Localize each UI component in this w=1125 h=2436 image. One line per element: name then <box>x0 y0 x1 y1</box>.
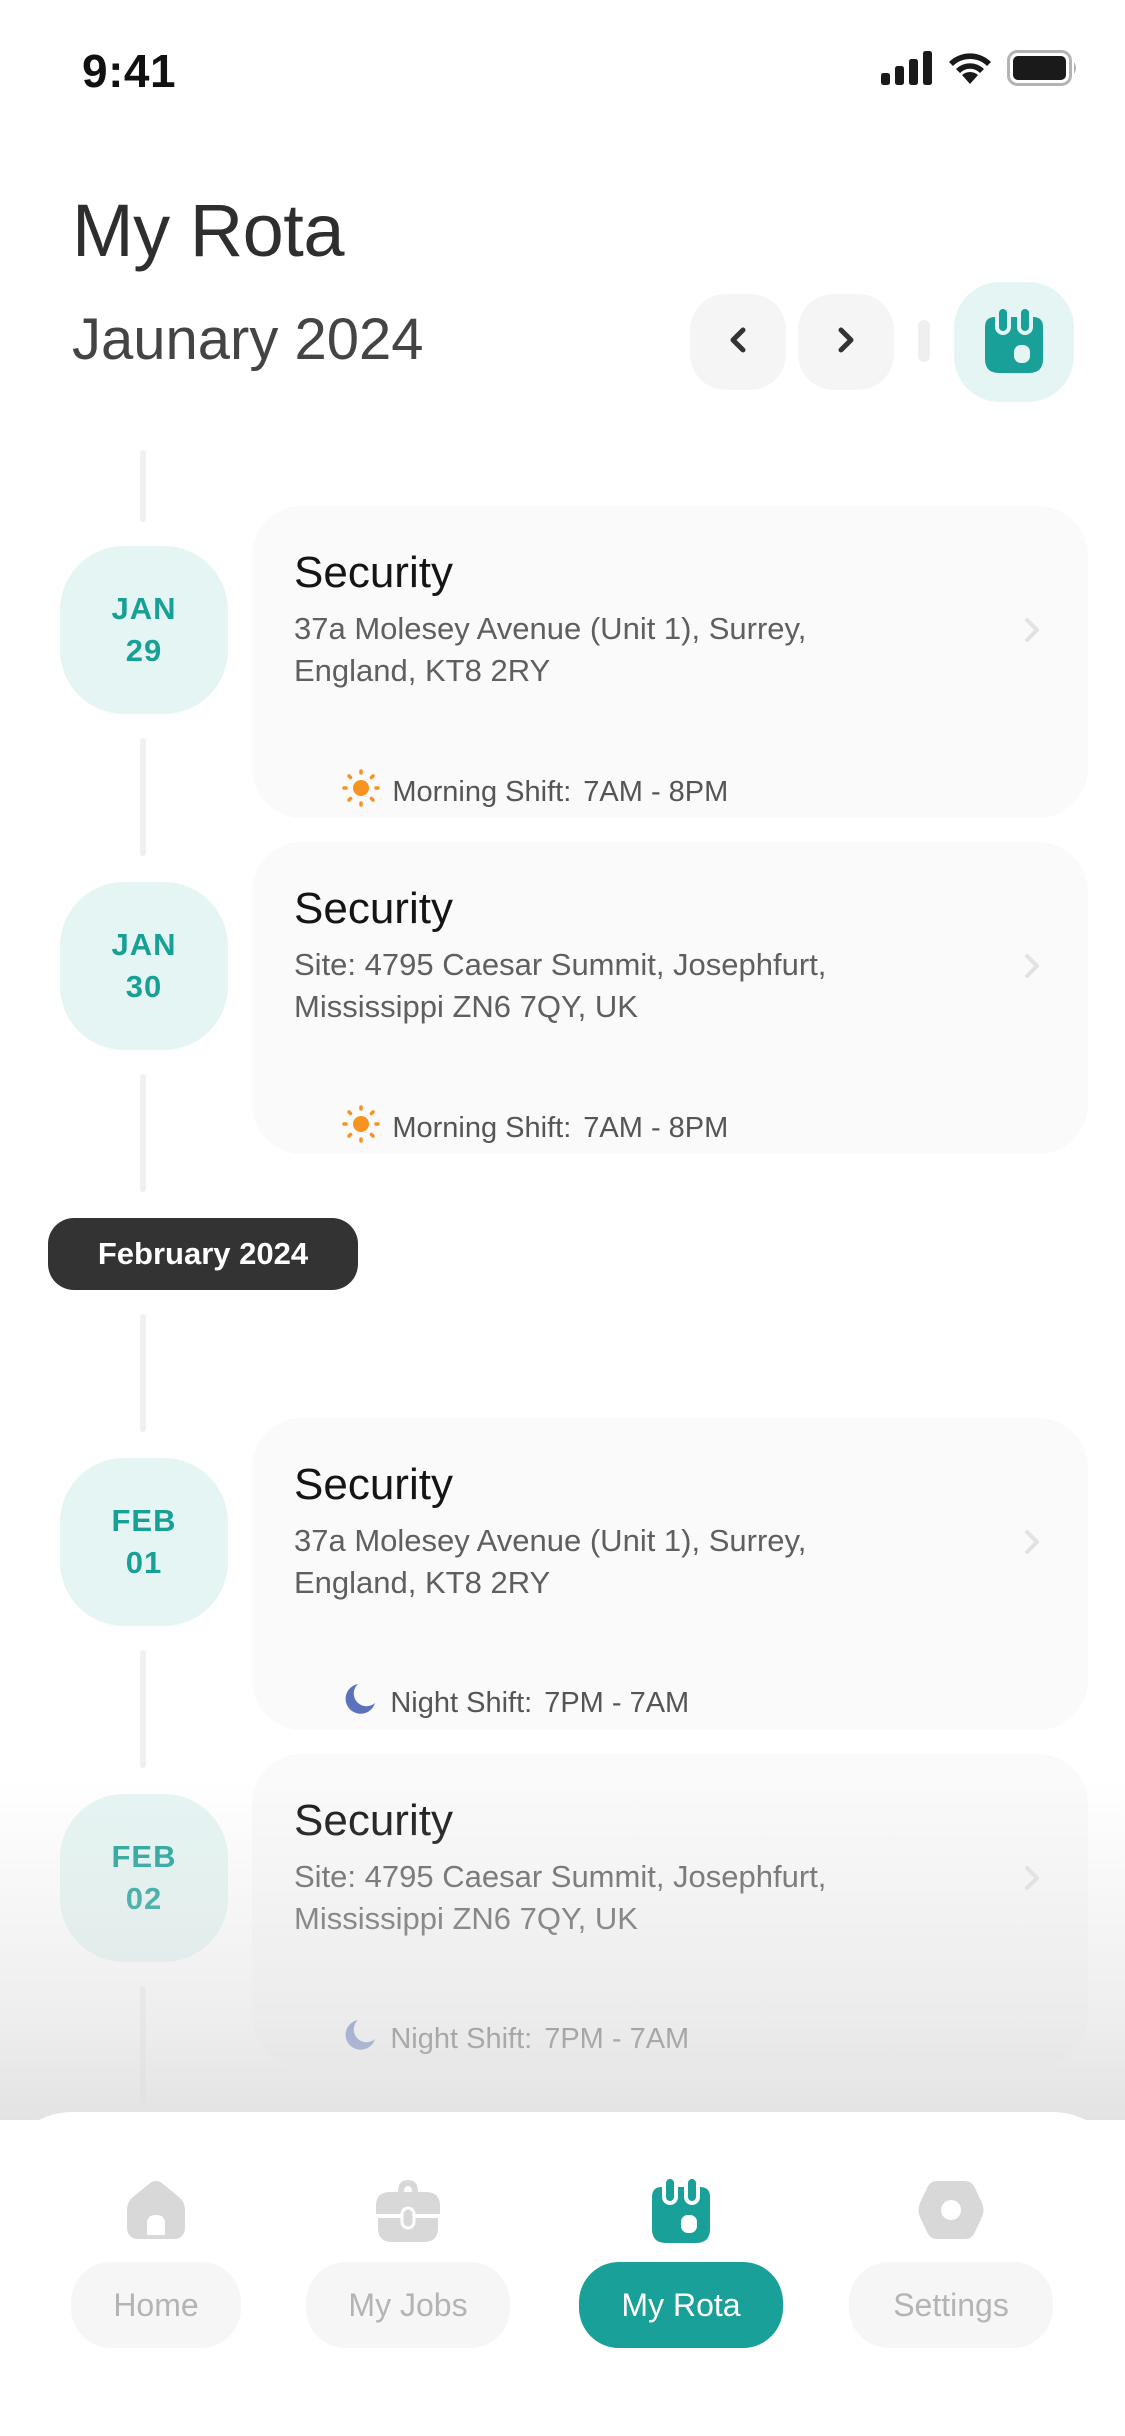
chevron-right-icon <box>1022 950 1042 987</box>
sun-icon <box>294 736 381 848</box>
shift-role: Security <box>294 548 453 597</box>
date-day: 30 <box>125 969 163 1004</box>
cellular-signal-icon <box>881 51 933 90</box>
divider <box>918 320 930 362</box>
timeline-line <box>140 1650 146 1768</box>
timeline-line <box>140 1986 146 2104</box>
date-month: FEB <box>111 1839 177 1874</box>
shift-time: 7AM - 8PM <box>583 1111 729 1144</box>
chevron-right-icon <box>1022 1526 1042 1563</box>
timeline-line <box>140 1074 146 1192</box>
date-day: 01 <box>125 1545 163 1580</box>
date-month: JAN <box>111 927 177 962</box>
chevron-right-icon <box>1022 614 1042 651</box>
shift-time-row: Night Shift: 7PM - 7AM <box>294 1984 689 2094</box>
timeline-line <box>140 450 146 522</box>
status-bar: 9:41 <box>0 0 1125 140</box>
shift-card[interactable]: Security Site: 4795 Caesar Summit, Josep… <box>252 842 1088 1154</box>
briefcase-icon <box>368 2170 448 2250</box>
status-icons <box>881 50 1079 91</box>
date-badge: FEB 01 <box>60 1458 228 1626</box>
date-day: 02 <box>125 1881 163 1916</box>
calendar-icon <box>981 304 1047 380</box>
shift-address: Site: 4795 Caesar Summit, Josephfurt, Mi… <box>294 1859 827 1936</box>
tab-my-rota[interactable]: My Rota <box>571 2112 791 2436</box>
shift-role: Security <box>294 884 453 933</box>
current-month: Jaunary 2024 <box>72 307 424 372</box>
chevron-left-icon <box>725 325 751 360</box>
tab-settings[interactable]: Settings <box>841 2112 1061 2436</box>
gear-icon <box>911 2170 991 2250</box>
shift-address: 37a Molesey Avenue (Unit 1), Surrey, Eng… <box>294 1523 807 1600</box>
sun-icon <box>294 1072 381 1184</box>
shift-time-row: Night Shift: 7PM - 7AM <box>294 1648 689 1758</box>
timeline-line <box>140 738 146 856</box>
shift-time-row: Morning Shift: 7AM - 8PM <box>294 736 728 848</box>
tab-label: My Jobs <box>306 2262 510 2348</box>
shift-role: Security <box>294 1460 453 1509</box>
shift-card[interactable]: Security Site: 4795 Caesar Summit, Josep… <box>252 1754 1088 2066</box>
date-day: 29 <box>125 633 163 668</box>
date-badge: JAN 29 <box>60 546 228 714</box>
date-month: JAN <box>111 591 177 626</box>
shift-time: 7AM - 8PM <box>583 775 729 808</box>
next-month-button[interactable] <box>798 294 894 390</box>
shift-time: 7PM - 7AM <box>544 1686 690 1719</box>
calendar-button[interactable] <box>954 282 1074 402</box>
status-time: 9:41 <box>82 45 177 97</box>
moon-icon <box>294 1648 378 1758</box>
shift-label: Night Shift: <box>390 2022 533 2055</box>
tab-label: My Rota <box>579 2262 783 2348</box>
calendar-icon <box>641 2170 721 2250</box>
month-separator: February 2024 <box>48 1218 358 1290</box>
tab-my-jobs[interactable]: My Jobs <box>298 2112 518 2436</box>
chevron-right-icon <box>1022 1862 1042 1899</box>
shift-label: Night Shift: <box>390 1686 533 1719</box>
chevron-right-icon <box>833 325 859 360</box>
shift-time: 7PM - 7AM <box>544 2022 690 2055</box>
shift-card[interactable]: Security 37a Molesey Avenue (Unit 1), Su… <box>252 506 1088 818</box>
tab-bar: Home My Jobs My Rota Settings <box>0 2112 1125 2436</box>
tab-label: Settings <box>849 2262 1053 2348</box>
shift-label: Morning Shift: <box>392 1111 572 1144</box>
home-icon <box>116 2170 196 2250</box>
shift-role: Security <box>294 1796 453 1845</box>
date-badge: FEB 02 <box>60 1794 228 1962</box>
shift-time-row: Morning Shift: 7AM - 8PM <box>294 1072 728 1184</box>
page-title: My Rota <box>72 189 345 272</box>
date-badge: JAN 30 <box>60 882 228 1050</box>
shift-address: Site: 4795 Caesar Summit, Josephfurt, Mi… <box>294 947 827 1024</box>
shift-label: Morning Shift: <box>392 775 572 808</box>
shift-card[interactable]: Security 37a Molesey Avenue (Unit 1), Su… <box>252 1418 1088 1730</box>
wifi-icon <box>947 51 993 90</box>
tab-label: Home <box>71 2262 241 2348</box>
moon-icon <box>294 1984 378 2094</box>
date-month: FEB <box>111 1503 177 1538</box>
timeline-line <box>140 1314 146 1432</box>
shift-address: 37a Molesey Avenue (Unit 1), Surrey, Eng… <box>294 611 807 688</box>
battery-icon <box>1007 50 1079 91</box>
previous-month-button[interactable] <box>690 294 786 390</box>
tab-home[interactable]: Home <box>46 2112 266 2436</box>
